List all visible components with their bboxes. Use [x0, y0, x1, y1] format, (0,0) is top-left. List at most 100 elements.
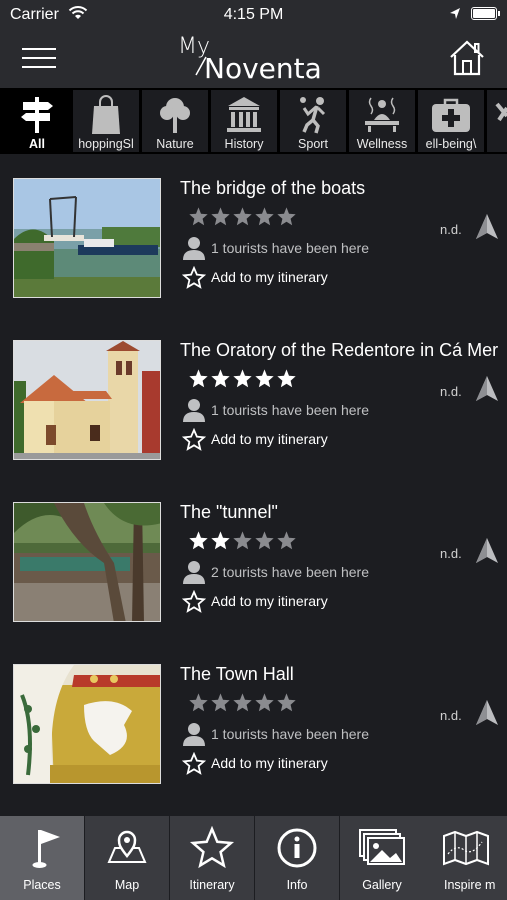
tourist-count: 1 tourists have been here: [182, 236, 369, 260]
distance-label: n.d.: [440, 708, 462, 723]
shopping-bag-icon: [92, 95, 120, 134]
tab-label: Inspire m: [444, 878, 496, 892]
category-label: History: [224, 137, 264, 151]
rating-stars: [188, 692, 298, 714]
flag-icon: [32, 830, 60, 868]
user-icon: [183, 561, 205, 584]
star-filled-icon: [189, 369, 208, 388]
rating-stars: [188, 530, 298, 552]
star-outline-icon: [181, 751, 207, 775]
place-item[interactable]: The Oratory of the Redentore in Cá Mer 1…: [0, 316, 507, 478]
place-title: The Town Hall: [180, 664, 294, 684]
place-title: The bridge of the boats: [180, 178, 366, 198]
app-header: My Noventa: [0, 30, 507, 88]
star-empty-icon: [233, 207, 252, 226]
star-empty-icon: [189, 693, 208, 712]
add-to-itinerary-button[interactable]: Add to my itinerary: [181, 589, 328, 614]
category-label: Nature: [156, 137, 194, 151]
place-item[interactable]: The Town Hall 1 tourists have been here …: [0, 640, 507, 802]
add-to-itinerary-label: Add to my itinerary: [211, 269, 328, 285]
category-shopping[interactable]: hoppingSl: [73, 90, 139, 152]
star-icon: [189, 826, 235, 869]
user-icon: [183, 399, 205, 422]
add-to-itinerary-label: Add to my itinerary: [211, 431, 328, 447]
tab-gallery[interactable]: Gallery: [340, 816, 424, 900]
tourist-count-label: 1 tourists have been here: [211, 240, 369, 256]
first-aid-kit-icon: [432, 98, 470, 132]
spa-icon: [365, 97, 399, 132]
star-empty-icon: [189, 207, 208, 226]
rating-stars: [188, 368, 298, 390]
tab-places[interactable]: Places: [0, 816, 84, 900]
star-outline-icon: [181, 265, 207, 289]
tab-map[interactable]: Map: [85, 816, 169, 900]
folded-map-icon: [443, 830, 489, 866]
home-button[interactable]: [448, 38, 486, 78]
tourist-count: 2 tourists have been here: [182, 560, 369, 584]
star-filled-icon: [189, 531, 208, 550]
place-item[interactable]: The "tunnel" 2 tourists have been here A…: [0, 478, 507, 640]
category-wellness[interactable]: Wellness: [349, 90, 415, 152]
star-empty-icon: [255, 207, 274, 226]
tourist-count-label: 1 tourists have been here: [211, 402, 369, 418]
category-label: Wellness: [356, 137, 408, 151]
category-label: hoppingSl: [78, 137, 134, 151]
places-list: The bridge of the boats 1 tourists have …: [0, 154, 507, 816]
tourist-count-label: 1 tourists have been here: [211, 726, 369, 742]
tab-inspire[interactable]: Inspire m: [424, 816, 507, 900]
place-thumbnail: [13, 502, 161, 622]
navigate-arrow-icon[interactable]: [474, 536, 500, 566]
category-label: ell-being\: [425, 137, 477, 151]
distance-label: n.d.: [440, 222, 462, 237]
distance-label: n.d.: [440, 546, 462, 561]
tree-icon: [160, 98, 190, 133]
navigate-arrow-icon[interactable]: [474, 374, 500, 404]
photos-icon: [359, 829, 405, 865]
category-sport[interactable]: Sport: [280, 90, 346, 152]
add-to-itinerary-button[interactable]: Add to my itinerary: [181, 427, 328, 452]
rating-stars: [188, 206, 298, 228]
logo-name: Noventa: [204, 52, 322, 85]
navigate-arrow-icon[interactable]: [474, 212, 500, 242]
star-empty-icon: [277, 531, 296, 550]
add-to-itinerary-button[interactable]: Add to my itinerary: [181, 751, 328, 776]
tools-icon: [495, 102, 507, 122]
category-bar: All hoppingSl Nature History Sport Welln…: [0, 88, 507, 154]
category-nature[interactable]: Nature: [142, 90, 208, 152]
star-filled-icon: [255, 369, 274, 388]
user-icon: [183, 723, 205, 746]
place-item[interactable]: The bridge of the boats 1 tourists have …: [0, 154, 507, 316]
clock: 4:15 PM: [223, 6, 284, 23]
category-label: All: [29, 137, 45, 151]
add-to-itinerary-label: Add to my itinerary: [211, 755, 328, 771]
tab-info[interactable]: Info: [255, 816, 339, 900]
app-logo: My Noventa: [178, 34, 338, 85]
star-filled-icon: [211, 531, 230, 550]
add-to-itinerary-label: Add to my itinerary: [211, 593, 328, 609]
tourist-count: 1 tourists have been here: [182, 722, 369, 746]
star-filled-icon: [211, 369, 230, 388]
home-icon: [450, 40, 484, 76]
star-empty-icon: [255, 531, 274, 550]
category-all[interactable]: All: [4, 90, 70, 152]
tab-label: Info: [286, 878, 308, 892]
category-more[interactable]: [487, 90, 507, 152]
tourist-count-label: 2 tourists have been here: [211, 564, 369, 580]
navigate-arrow-icon[interactable]: [474, 698, 500, 728]
category-history[interactable]: History: [211, 90, 277, 152]
status-bar: Carrier 4:15 PM: [0, 0, 507, 30]
category-well-being[interactable]: ell-being\: [418, 90, 484, 152]
star-empty-icon: [255, 693, 274, 712]
star-empty-icon: [211, 207, 230, 226]
star-filled-icon: [277, 369, 296, 388]
place-thumbnail: [13, 178, 161, 298]
star-outline-icon: [181, 589, 207, 613]
museum-icon: [227, 97, 261, 132]
add-to-itinerary-button[interactable]: Add to my itinerary: [181, 265, 328, 290]
menu-button[interactable]: [22, 44, 58, 72]
place-title: The "tunnel": [180, 502, 278, 522]
place-thumbnail: [13, 664, 161, 784]
place-thumbnail: [13, 340, 161, 460]
star-empty-icon: [277, 207, 296, 226]
tab-itinerary[interactable]: Itinerary: [170, 816, 254, 900]
